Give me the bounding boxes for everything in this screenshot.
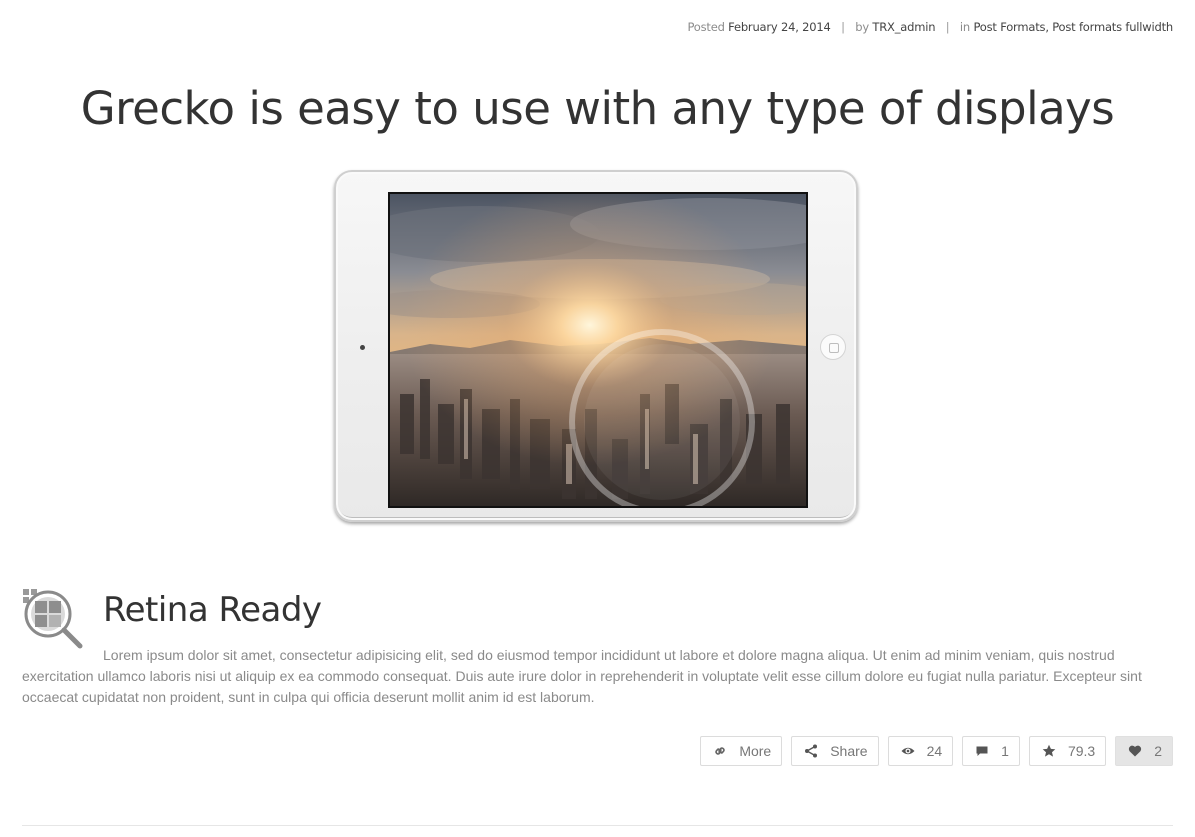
rating-button[interactable]: 79.3 <box>1028 736 1107 766</box>
comments-counter-button[interactable]: 1 <box>962 736 1020 766</box>
comments-count: 1 <box>1001 743 1009 759</box>
link-icon <box>713 744 727 758</box>
in-label: in <box>959 20 971 34</box>
magnifier-grid-icon <box>22 588 84 650</box>
section-divider <box>22 825 1173 826</box>
more-label: More <box>739 743 772 759</box>
posted-label: Posted <box>687 20 725 34</box>
post-date-link[interactable]: February 24, 2014 <box>728 20 831 34</box>
by-label: by <box>855 20 869 34</box>
rating-value: 79.3 <box>1067 743 1096 759</box>
likes-count: 2 <box>1154 743 1162 759</box>
eye-icon <box>901 744 915 758</box>
featured-image-tablet <box>334 170 858 522</box>
meta-separator: | <box>841 20 845 34</box>
views-count: 24 <box>926 743 943 759</box>
post-actions: More Share 24 1 79.3 2 <box>700 736 1173 766</box>
star-icon <box>1042 744 1056 758</box>
categories-link[interactable]: Post Formats, Post formats fullwidth <box>973 20 1173 34</box>
meta-separator: | <box>945 20 950 34</box>
views-counter-button[interactable]: 24 <box>887 736 954 766</box>
share-label: Share <box>830 743 868 759</box>
heart-icon <box>1128 744 1142 758</box>
more-button[interactable]: More <box>700 736 783 766</box>
comment-icon <box>975 744 989 758</box>
share-icon <box>804 744 818 758</box>
post-title: Grecko is easy to use with any type of d… <box>80 82 1115 135</box>
feature-title: Retina Ready <box>103 590 322 630</box>
tablet-home-button <box>820 334 846 360</box>
feature-description: Lorem ipsum dolor sit amet, consectetur … <box>22 647 1142 705</box>
author-link[interactable]: TRX_admin <box>872 20 935 34</box>
likes-button[interactable]: 2 <box>1115 736 1173 766</box>
tablet-screen-city-photo <box>388 192 808 508</box>
tablet-camera <box>360 345 365 350</box>
share-button[interactable]: Share <box>791 736 879 766</box>
post-meta: Posted February 24, 2014 | by TRX_admin … <box>687 20 1173 34</box>
